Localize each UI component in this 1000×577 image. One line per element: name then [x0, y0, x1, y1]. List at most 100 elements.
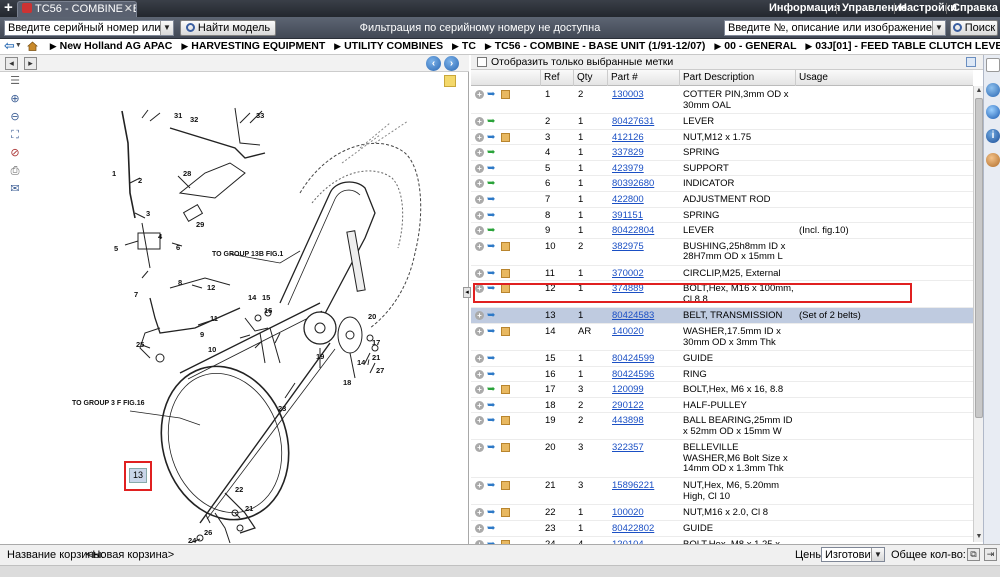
- column-header-description[interactable]: Part Description: [680, 70, 796, 86]
- add-to-basket-icon[interactable]: +: [475, 400, 484, 410]
- table-row[interactable]: + ➥ 7 1 422800 ADJUSTMENT ROD: [471, 192, 973, 208]
- row-part-number-link[interactable]: 423979: [612, 163, 644, 175]
- menu-help[interactable]: Справка: [952, 0, 998, 17]
- link-arrow-icon[interactable]: ➥: [487, 508, 498, 518]
- substitute-arrow-icon[interactable]: ➥: [487, 148, 498, 158]
- breadcrumb-item[interactable]: 00 - GENERAL: [724, 40, 796, 52]
- table-row[interactable]: + ➥ 17 3 120099 BOLT,Hex, M6 x 16, 8.8: [471, 382, 973, 398]
- table-row[interactable]: + ➥ 15 1 80424599 GUIDE: [471, 351, 973, 367]
- tab-tc56[interactable]: TC56 - COMBINE - B... ✕: [17, 1, 137, 17]
- table-row[interactable]: + ➥ 4 1 337829 SPRING: [471, 145, 973, 161]
- breadcrumb-item[interactable]: TC: [462, 40, 476, 52]
- clear-zoom-icon[interactable]: ⊘: [8, 146, 22, 160]
- row-part-number-link[interactable]: 15896221: [612, 481, 654, 492]
- new-tab-icon[interactable]: +: [4, 0, 13, 16]
- table-row[interactable]: + ➥ 22 1 100020 NUT,M16 x 2.0, Cl 8: [471, 505, 973, 521]
- add-to-basket-icon[interactable]: +: [475, 508, 484, 518]
- row-part-number-link[interactable]: 80427631: [612, 116, 654, 128]
- tab-close-icon[interactable]: ✕: [124, 2, 133, 16]
- row-part-number-link[interactable]: 140020: [612, 326, 644, 338]
- substitute-arrow-icon[interactable]: ➥: [487, 226, 498, 236]
- add-to-basket-icon[interactable]: +: [475, 132, 484, 142]
- serial-model-combo[interactable]: Введите серийный номер или модель ▼: [4, 20, 174, 36]
- row-part-number-link[interactable]: 100020: [612, 508, 644, 519]
- add-to-basket-icon[interactable]: +: [475, 268, 484, 278]
- table-row[interactable]: + ➥ 14 AR 140020 WASHER,17.5mm ID x 30mm OD x…: [471, 324, 973, 351]
- add-to-basket-icon[interactable]: +: [475, 90, 484, 99]
- add-to-basket-icon[interactable]: +: [475, 311, 484, 321]
- row-part-number-link[interactable]: 290122: [612, 400, 644, 412]
- expand-panel-icon[interactable]: [986, 58, 1000, 72]
- link-arrow-icon[interactable]: ➥: [487, 369, 498, 379]
- column-header-usage[interactable]: Usage: [796, 70, 973, 86]
- user-icon[interactable]: [986, 153, 1000, 167]
- link-arrow-icon[interactable]: ➥: [487, 400, 498, 410]
- link-arrow-icon[interactable]: ➥: [487, 481, 498, 491]
- table-row[interactable]: + ➥ 18 2 290122 HALF-PULLEY: [471, 398, 973, 414]
- link-arrow-icon[interactable]: ➥: [487, 268, 498, 278]
- row-part-number-link[interactable]: 80422804: [612, 226, 654, 237]
- row-part-number-link[interactable]: 337829: [612, 148, 644, 159]
- breadcrumb-item[interactable]: HARVESTING EQUIPMENT: [191, 40, 325, 52]
- columns-settings-icon[interactable]: [966, 57, 976, 67]
- menu-manage[interactable]: Управление: [842, 0, 907, 17]
- row-part-number-link[interactable]: 422800: [612, 194, 644, 206]
- zoom-in-icon[interactable]: ⊕: [8, 92, 22, 106]
- table-row[interactable]: + ➥ 1 2 130003 COTTER PIN,3mm OD x 30mm OAL: [471, 87, 973, 114]
- print-icon[interactable]: ⎙: [8, 164, 22, 178]
- column-header-qty[interactable]: Qty: [574, 70, 608, 86]
- part-search-combo[interactable]: Введите №, описание или изображение дета…: [724, 20, 946, 36]
- add-to-basket-icon[interactable]: +: [475, 163, 484, 173]
- export-icon[interactable]: ⇥: [984, 548, 997, 561]
- filter-selected-checkbox[interactable]: [477, 57, 487, 67]
- add-to-basket-icon[interactable]: +: [475, 385, 484, 395]
- previous-diagram-icon[interactable]: ‹: [426, 56, 441, 71]
- link-arrow-icon[interactable]: ➥: [487, 354, 498, 364]
- row-part-number-link[interactable]: 391151: [612, 210, 643, 222]
- row-part-number-link[interactable]: 443898: [612, 416, 644, 427]
- add-to-basket-icon[interactable]: +: [475, 416, 484, 426]
- menu-info[interactable]: Информация: [769, 0, 840, 17]
- table-row[interactable]: + ➥ 21 3 15896221 NUT,Hex, M6, 5.20mm High, C…: [471, 478, 973, 506]
- link-arrow-icon[interactable]: ➥: [487, 524, 498, 534]
- table-row[interactable]: + ➥ 16 1 80424596 RING: [471, 367, 973, 383]
- email-icon[interactable]: ✉: [8, 182, 22, 196]
- row-part-number-link[interactable]: 370002: [612, 268, 644, 280]
- table-row[interactable]: + ➥ 23 1 80422802 GUIDE: [471, 521, 973, 537]
- link-arrow-icon[interactable]: ➥: [487, 195, 498, 205]
- substitute-arrow-icon[interactable]: ➥: [487, 179, 498, 189]
- add-to-basket-icon[interactable]: +: [475, 179, 484, 189]
- substitute-arrow-icon[interactable]: ➥: [487, 117, 498, 127]
- table-row[interactable]: +➥244120104BOLT,Hex, M8 x 1.25 x 20mm, C…: [471, 537, 973, 544]
- row-part-number-link[interactable]: 80424583: [612, 311, 654, 322]
- link-arrow-icon[interactable]: ➥: [487, 311, 498, 321]
- row-part-number-link[interactable]: 80422802: [612, 523, 654, 535]
- table-row[interactable]: + ➥ 9 1 80422804 LEVER (Incl. fig.10): [471, 223, 973, 239]
- find-model-button[interactable]: Найти модель: [180, 20, 276, 36]
- next-page-icon[interactable]: ▸: [24, 57, 37, 70]
- basket-name[interactable]: <Новая корзина>: [86, 548, 174, 562]
- link-arrow-icon[interactable]: ➥: [487, 163, 498, 173]
- info-icon[interactable]: i: [986, 129, 1000, 143]
- scroll-thumb[interactable]: [975, 98, 983, 418]
- table-row[interactable]: + ➥ 3 1 412126 NUT,M12 x 1.75: [471, 130, 973, 146]
- table-row[interactable]: + ➥ 8 1 391151 SPRING: [471, 208, 973, 224]
- link-arrow-icon[interactable]: ➥: [487, 327, 498, 337]
- chevron-down-icon[interactable]: ▼: [160, 21, 173, 35]
- add-to-basket-icon[interactable]: +: [475, 354, 484, 363]
- parts-list-scrollbar[interactable]: ▲ ▼: [973, 86, 983, 542]
- add-to-basket-icon[interactable]: +: [475, 327, 484, 336]
- link-arrow-icon[interactable]: ➥: [487, 210, 498, 220]
- breadcrumb-item[interactable]: UTILITY COMBINES: [344, 40, 443, 52]
- add-to-basket-icon[interactable]: +: [475, 241, 484, 251]
- add-to-basket-icon[interactable]: +: [475, 524, 484, 533]
- add-to-basket-icon[interactable]: +: [475, 117, 484, 126]
- link-arrow-icon[interactable]: ➥: [487, 416, 498, 426]
- home-icon[interactable]: [26, 41, 38, 51]
- table-row[interactable]: + ➥ 10 2 382975 BUSHING,25h8mm ID x 28H7mm OD…: [471, 239, 973, 266]
- column-header-ref[interactable]: Ref: [541, 70, 574, 86]
- link-arrow-icon[interactable]: ➥: [487, 241, 498, 251]
- link-arrow-icon[interactable]: ➥: [487, 90, 498, 100]
- table-row-selected[interactable]: + ➥ 13 1 80424583 BELT, TRANSMISSION (Set of 2…: [471, 308, 973, 324]
- table-row[interactable]: + ➥ 19 2 443898 BALL BEARING,25mm ID x 52mm O…: [471, 413, 973, 441]
